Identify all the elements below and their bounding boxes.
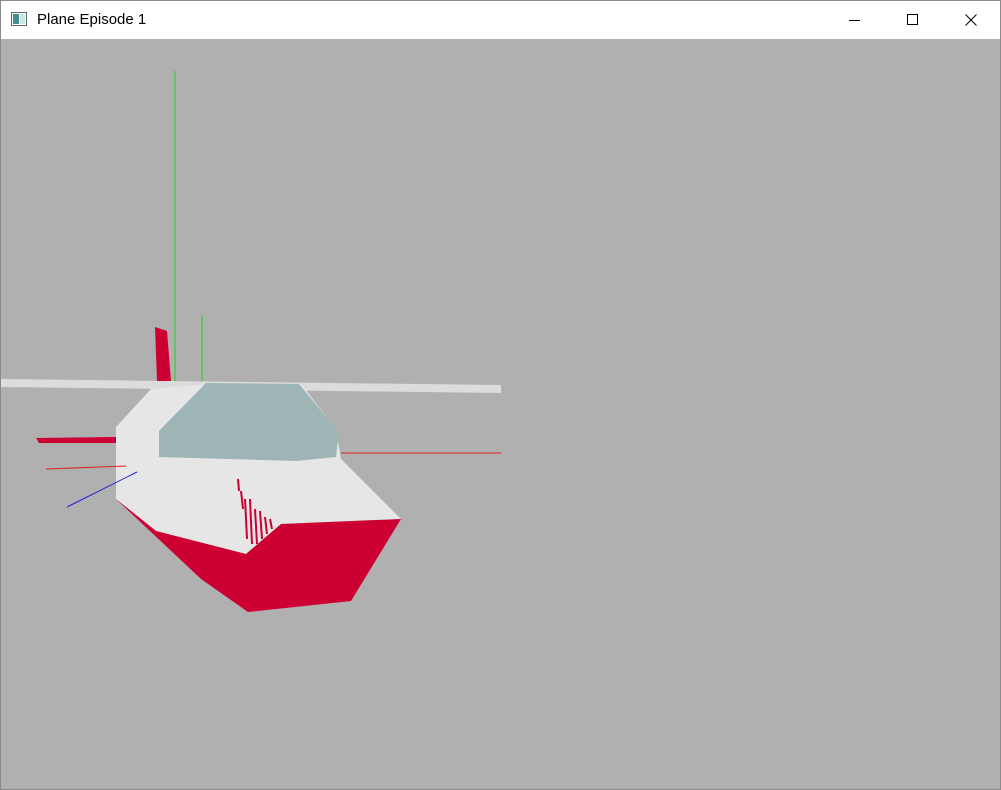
axis-x-left-line [45, 465, 127, 470]
close-icon [965, 14, 977, 26]
minimize-button[interactable] [826, 1, 884, 39]
3d-viewport[interactable] [1, 39, 1000, 789]
scene-canvas [1, 71, 501, 612]
tail-fin [155, 327, 171, 381]
maximize-icon [907, 14, 918, 25]
minimize-icon [849, 20, 860, 21]
close-button[interactable] [942, 1, 1000, 39]
left-stabilizer [36, 437, 117, 443]
app-window: Plane Episode 1 [0, 0, 1001, 790]
app-window-icon [11, 12, 27, 26]
maximize-button[interactable] [884, 1, 942, 39]
title-bar[interactable]: Plane Episode 1 [1, 1, 1000, 39]
window-title: Plane Episode 1 [37, 11, 147, 28]
